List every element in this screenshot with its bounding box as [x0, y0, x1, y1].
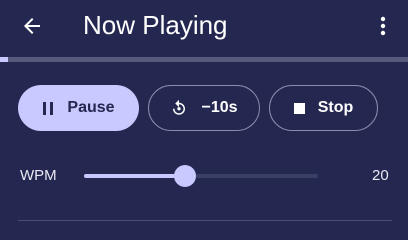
wpm-slider-fill	[84, 174, 185, 178]
wpm-slider[interactable]	[84, 165, 320, 187]
playback-progress-fill	[0, 57, 9, 62]
wpm-value: 20	[372, 167, 389, 184]
app-bar: Now Playing	[0, 0, 408, 52]
divider	[18, 220, 392, 221]
pause-button-label: Pause	[67, 99, 115, 116]
pause-icon	[42, 101, 54, 115]
replay-10-icon	[170, 99, 188, 117]
rewind-10s-button[interactable]: −10s	[148, 85, 260, 131]
playback-progress-bar	[0, 57, 408, 62]
page-title: Now Playing	[83, 10, 228, 40]
stop-button-label: Stop	[317, 99, 354, 116]
wpm-label: WPM	[20, 167, 57, 184]
wpm-slider-thumb[interactable]	[173, 165, 196, 187]
rewind-button-label: −10s	[201, 99, 238, 116]
pause-button[interactable]: Pause	[18, 85, 139, 131]
stop-icon	[293, 102, 305, 114]
arrow-back-icon[interactable]	[20, 14, 44, 38]
more-vertical-icon[interactable]	[371, 14, 395, 38]
stop-button[interactable]: Stop	[269, 85, 378, 131]
